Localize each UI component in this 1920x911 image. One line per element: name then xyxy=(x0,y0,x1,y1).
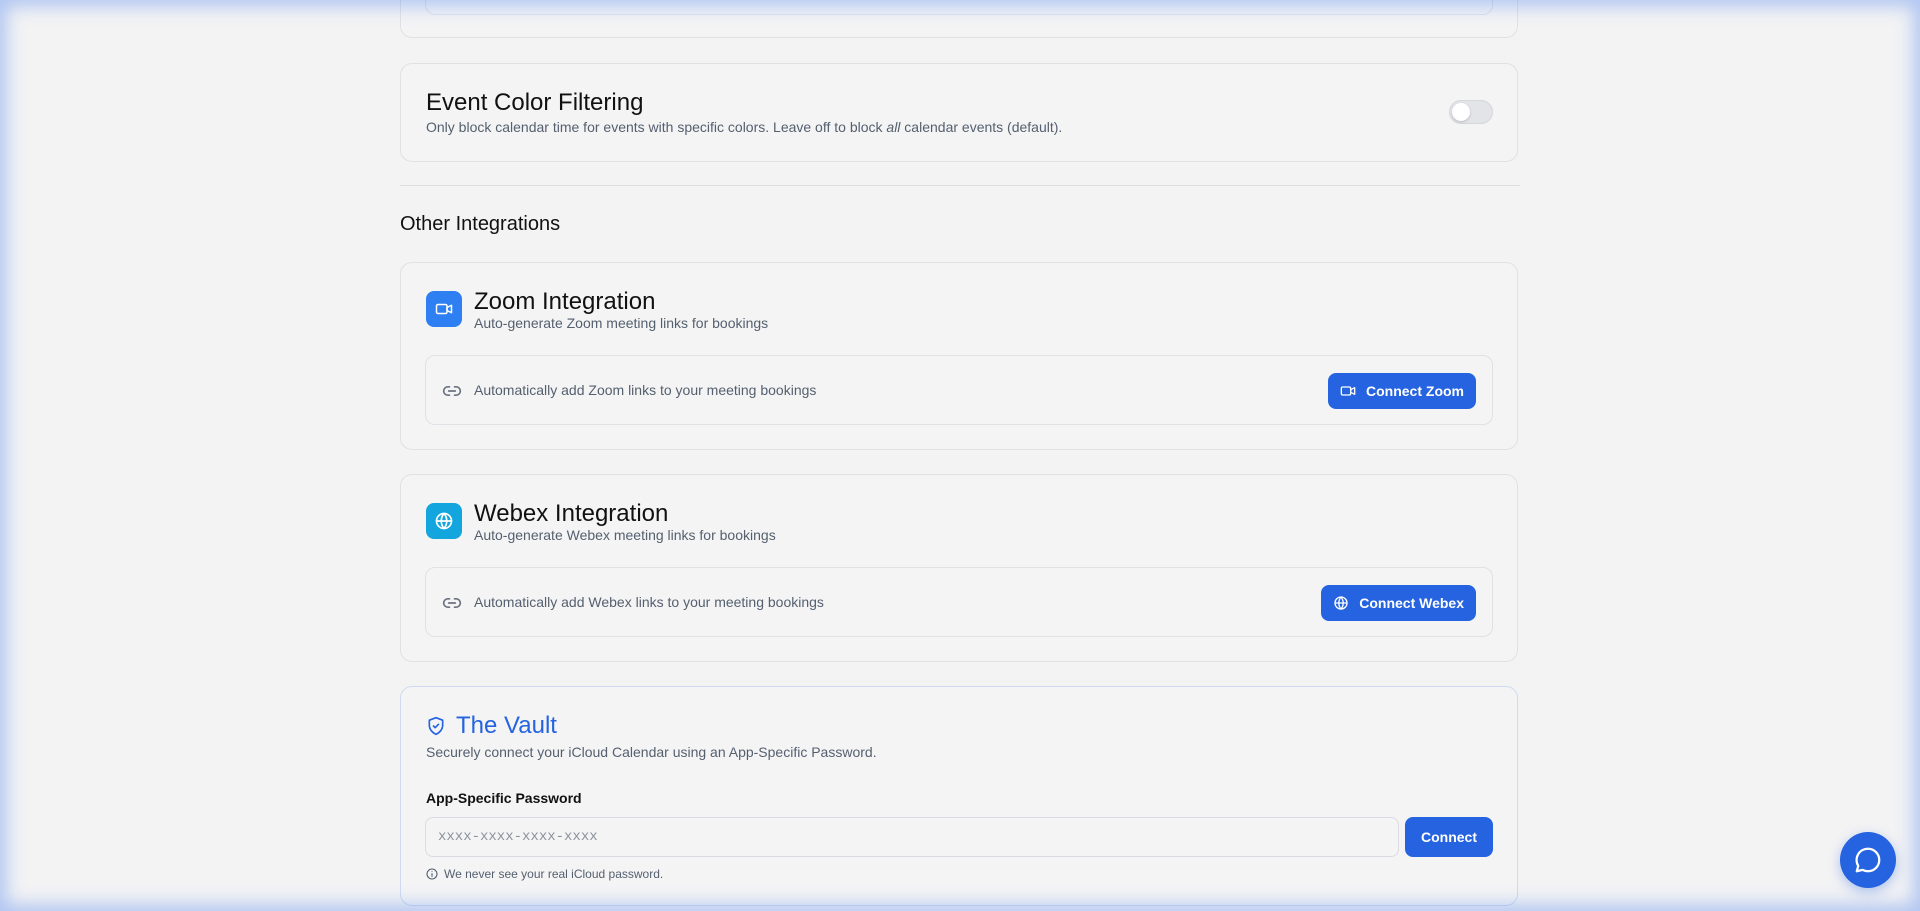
description-emphasis: all xyxy=(886,119,901,135)
globe-icon xyxy=(426,503,462,539)
vault-card: The Vault Securely connect your iCloud C… xyxy=(400,686,1518,906)
description-text-end: calendar events (default). xyxy=(900,119,1063,135)
zoom-integration-row: Automatically add Zoom links to your mee… xyxy=(425,355,1493,425)
event-color-filtering-description: Only block calendar time for events with… xyxy=(426,119,1062,135)
event-color-filtering-card: Event Color Filtering Only block calenda… xyxy=(400,63,1518,162)
app-specific-password-input[interactable] xyxy=(425,817,1399,857)
event-color-filtering-title: Event Color Filtering xyxy=(426,89,644,116)
connect-webex-button[interactable]: Connect Webex xyxy=(1321,585,1476,621)
webex-integration-title: Webex Integration xyxy=(474,500,669,527)
vault-description: Securely connect your iCloud Calendar us… xyxy=(426,744,877,760)
link-icon xyxy=(442,593,462,613)
zoom-integration-subtitle: Auto-generate Zoom meeting links for boo… xyxy=(474,315,769,331)
video-camera-icon xyxy=(426,291,462,327)
connect-webex-label: Connect Webex xyxy=(1359,595,1464,611)
globe-icon xyxy=(1333,595,1349,611)
shield-check-icon xyxy=(426,716,446,736)
chat-button[interactable] xyxy=(1840,832,1896,888)
vault-connect-button[interactable]: Connect xyxy=(1405,817,1493,857)
previous-card-inner-box xyxy=(425,0,1493,15)
connect-zoom-label: Connect Zoom xyxy=(1366,383,1464,399)
toggle-knob xyxy=(1452,103,1470,121)
description-text-start: Only block calendar time for events with… xyxy=(426,119,887,135)
section-divider xyxy=(400,185,1520,186)
info-icon xyxy=(426,868,438,880)
webex-integration-card: Webex Integration Auto-generate Webex me… xyxy=(400,474,1518,662)
other-integrations-heading: Other Integrations xyxy=(400,213,561,235)
zoom-row-text: Automatically add Zoom links to your mee… xyxy=(474,382,817,398)
event-color-filtering-toggle[interactable] xyxy=(1449,100,1493,124)
vault-hint: We never see your real iCloud password. xyxy=(426,867,663,881)
webex-row-text: Automatically add Webex links to your me… xyxy=(474,594,824,610)
zoom-integration-title: Zoom Integration xyxy=(474,288,656,315)
chat-bubble-icon xyxy=(1853,845,1883,875)
vault-hint-text: We never see your real iCloud password. xyxy=(444,867,664,881)
zoom-integration-card: Zoom Integration Auto-generate Zoom meet… xyxy=(400,262,1518,450)
webex-integration-row: Automatically add Webex links to your me… xyxy=(425,567,1493,637)
app-specific-password-label: App-Specific Password xyxy=(426,790,582,806)
previous-card-partial xyxy=(400,0,1518,38)
video-camera-icon xyxy=(1340,383,1356,399)
connect-zoom-button[interactable]: Connect Zoom xyxy=(1328,373,1476,409)
vault-header: The Vault xyxy=(426,712,557,740)
vault-title: The Vault xyxy=(456,712,557,739)
webex-integration-subtitle: Auto-generate Webex meeting links for bo… xyxy=(474,527,776,543)
link-icon xyxy=(442,381,462,401)
